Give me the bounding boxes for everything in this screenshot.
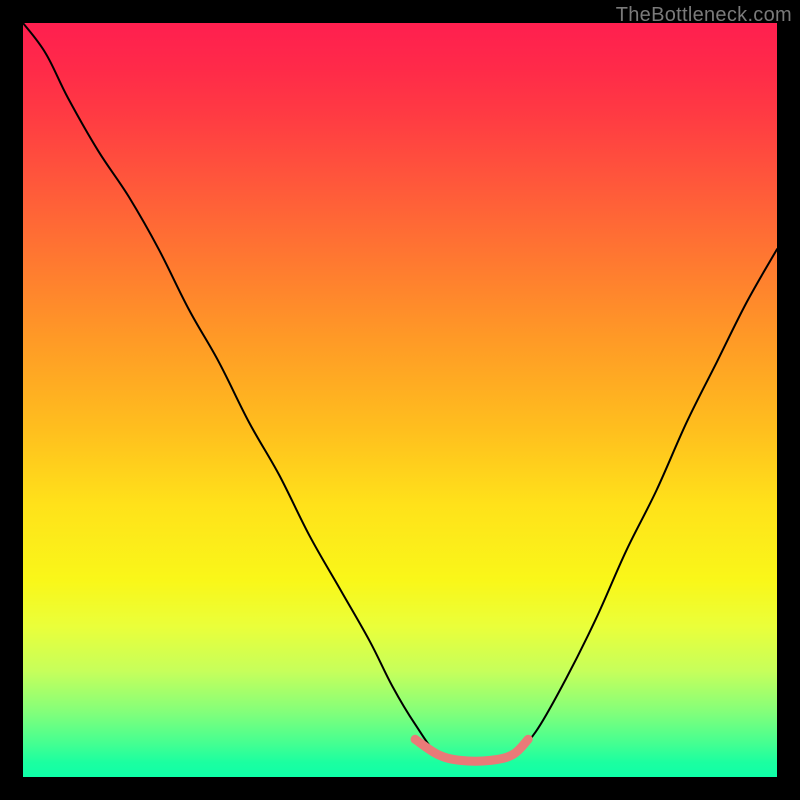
bottleneck-curve — [23, 23, 777, 763]
curves-svg — [23, 23, 777, 777]
plot-area — [23, 23, 777, 777]
chart-stage: TheBottleneck.com — [0, 0, 800, 800]
bottom-highlight-segment — [415, 739, 528, 761]
